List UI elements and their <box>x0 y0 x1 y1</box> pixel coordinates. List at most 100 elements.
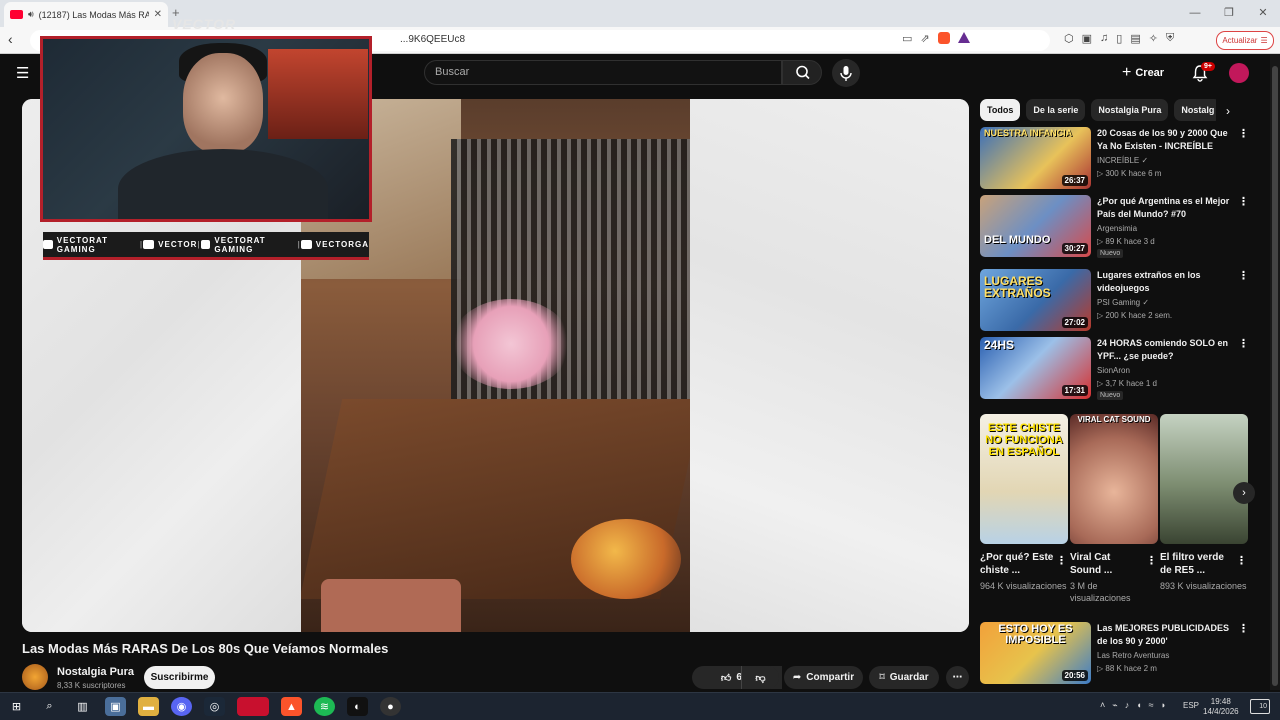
steam-icon[interactable]: ◎ <box>204 697 225 716</box>
recommendation-item[interactable]: 24HS 17:31 24 HORAS comiendo SOLO en YPF… <box>980 337 1250 400</box>
leo-icon[interactable]: ✧ <box>1149 32 1158 45</box>
music-icon[interactable]: ♫ <box>1100 32 1108 45</box>
more-vert-icon[interactable]: ⋮ <box>1238 622 1249 635</box>
recommendation-channel[interactable]: SionAron <box>1097 366 1130 375</box>
brave-shields-icon[interactable] <box>937 32 950 44</box>
chip-nostalgia[interactable]: Nostalg <box>1174 99 1216 121</box>
chip-nostalgia-pura[interactable]: Nostalgia Pura <box>1091 99 1169 121</box>
recommendation-item[interactable]: NUESTRA INFANCIA 26:37 20 Cosas de los 9… <box>980 127 1250 189</box>
short-item[interactable]: El filtro verde de RE5 ... 893 K visuali… <box>1160 414 1248 592</box>
recommendation-title[interactable]: ¿Por qué Argentina es el Mejor País del … <box>1097 195 1234 221</box>
search-input[interactable]: Buscar <box>424 60 782 85</box>
recommendation-channel[interactable]: Argensimia <box>1097 224 1137 233</box>
system-clock[interactable]: 19:48 14/4/2026 <box>1203 697 1239 717</box>
notification-center-icon[interactable]: 10 <box>1250 699 1270 714</box>
voice-search-button[interactable] <box>832 59 860 87</box>
back-arrow-icon[interactable]: ‹ <box>8 31 13 47</box>
minimize-icon[interactable]: — <box>1178 0 1212 27</box>
tab-title: (12187) Las Modas Más RAR <box>38 9 149 20</box>
restore-icon[interactable]: ❐ <box>1212 0 1246 27</box>
task-view-icon[interactable]: ▥ <box>72 697 93 716</box>
brave-rewards-icon[interactable] <box>957 32 970 43</box>
share-arrow-icon: ➦ <box>792 672 802 683</box>
discord-icon[interactable]: ◉ <box>171 697 192 716</box>
speaker-icon[interactable]: 🔊︎ <box>28 9 34 20</box>
close-tab-icon[interactable]: ✕ <box>154 9 162 20</box>
video-thumbnail[interactable]: ESTO HOY ES IMPOSIBLE 20:56 <box>980 622 1091 684</box>
more-actions-button[interactable]: ⋯ <box>946 666 969 689</box>
save-button[interactable]: ⌑ Guardar <box>869 666 939 689</box>
speaker-icon[interactable]: ◖ <box>1136 700 1141 711</box>
more-vert-icon[interactable]: ⋮ <box>1238 337 1249 350</box>
file-explorer-icon[interactable]: ▬ <box>138 697 159 716</box>
more-vert-icon[interactable]: ⋮ <box>1238 269 1249 282</box>
install-app-icon[interactable]: ▭ <box>902 32 912 45</box>
video-thumbnail[interactable]: LUGARES EXTRAÑOS 27:02 <box>980 269 1091 331</box>
image-fruit-bowl <box>571 519 681 599</box>
recommendation-title[interactable]: Lugares extraños en los videojuegos <box>1097 269 1234 295</box>
chip-todos[interactable]: Todos <box>980 99 1021 121</box>
more-vert-icon[interactable]: ⋮ <box>1238 195 1249 208</box>
short-item[interactable]: ESTE CHISTE NO FUNCIONA EN ESPAÑOL ¿Por … <box>980 414 1068 592</box>
chevron-up-icon[interactable]: ˄ <box>1100 700 1105 711</box>
more-vert-icon[interactable]: ⋮ <box>1236 554 1247 567</box>
user-avatar[interactable] <box>1229 63 1249 83</box>
recommendation-title[interactable]: 24 HORAS comiendo SOLO en YPF... ¿se pue… <box>1097 337 1234 363</box>
chip-de-la-serie[interactable]: De la serie <box>1026 99 1086 121</box>
recommendation-channel[interactable]: Las Retro Aventuras <box>1097 651 1169 660</box>
dislike-button[interactable]: 👎︎ <box>741 666 779 689</box>
network-icon[interactable]: ⌁ <box>1112 700 1117 711</box>
video-thumbnail[interactable]: NUESTRA INFANCIA 26:37 <box>980 127 1091 189</box>
close-window-icon[interactable]: ✕ <box>1246 0 1280 27</box>
chevron-right-icon[interactable]: › <box>1226 104 1230 118</box>
microphone-icon[interactable]: ♪ <box>1125 700 1130 711</box>
computer-icon[interactable]: ▣ <box>105 697 126 716</box>
update-button[interactable]: Actualizar ☰ <box>1216 31 1274 50</box>
menu-icon[interactable]: ☰ <box>16 64 29 82</box>
browser-tab[interactable]: 🔊︎ (12187) Las Modas Más RAR ✕ <box>4 2 168 27</box>
recommendation-item[interactable]: ESTO HOY ES IMPOSIBLE 20:56 Las MEJORES … <box>980 622 1250 684</box>
sidebar-icon[interactable]: ▯ <box>1116 32 1122 45</box>
recommendation-item[interactable]: LUGARES EXTRAÑOS 27:02 Lugares extraños … <box>980 269 1250 331</box>
obs-icon[interactable]: ◐ <box>347 697 368 716</box>
channel-name[interactable]: Nostalgia Pura <box>57 666 134 678</box>
video-thumbnail[interactable]: DEL MUNDO 30:27 <box>980 195 1091 257</box>
more-vert-icon[interactable]: ⋮ <box>1056 554 1067 567</box>
search-button[interactable] <box>782 60 822 85</box>
recommendation-title[interactable]: 20 Cosas de los 90 y 2000 Que Ya No Exis… <box>1097 127 1234 153</box>
share-icon[interactable]: ⇗ <box>920 32 929 45</box>
windows-start-icon[interactable]: ⊞ <box>6 697 27 716</box>
channel-avatar[interactable] <box>22 664 48 690</box>
video-thumbnail[interactable]: 24HS 17:31 <box>980 337 1091 399</box>
spotify-icon[interactable]: ≋ <box>314 697 335 716</box>
scrollbar-thumb[interactable] <box>1272 66 1278 686</box>
recommendation-channel[interactable]: INCREÍBLE ✓ <box>1097 156 1148 165</box>
recommendation-title[interactable]: Las MEJORES PUBLICIDADES de los 90 y 200… <box>1097 622 1234 648</box>
recorder-icon[interactable]: ● <box>380 697 401 716</box>
more-vert-icon[interactable]: ⋮ <box>1238 127 1249 140</box>
volume-icon[interactable]: ◗ <box>1161 700 1166 711</box>
short-thumbnail[interactable] <box>1160 414 1248 544</box>
short-thumbnail[interactable]: ESTE CHISTE NO FUNCIONA EN ESPAÑOL <box>980 414 1068 544</box>
shorts-next-button[interactable]: › <box>1233 482 1255 504</box>
more-vert-icon[interactable]: ⋮ <box>1146 554 1157 567</box>
subscribe-button[interactable]: Suscribirme <box>144 666 215 689</box>
short-item[interactable]: VIRAL CAT SOUND Viral Cat Sound ... 3 M … <box>1070 414 1158 604</box>
wifi-icon[interactable]: ≈ <box>1149 700 1154 711</box>
short-title[interactable]: Viral Cat Sound ... <box>1070 551 1144 577</box>
screenshot-icon[interactable]: ▣ <box>1082 32 1092 45</box>
active-app-icon[interactable] <box>237 697 269 716</box>
search-icon[interactable]: ⌕ <box>39 697 60 716</box>
wallet-icon[interactable]: ▤ <box>1130 32 1140 45</box>
share-button[interactable]: ➦ Compartir <box>784 666 863 689</box>
language-indicator[interactable]: ESP <box>1183 701 1199 710</box>
short-title[interactable]: ¿Por qué? Este chiste ... <box>980 551 1054 577</box>
brave-browser-icon[interactable]: ▲ <box>281 697 302 716</box>
extensions-icon[interactable]: ⬡ <box>1064 32 1074 45</box>
create-button[interactable]: + Crear <box>1122 62 1164 84</box>
recommendation-item[interactable]: DEL MUNDO 30:27 ¿Por qué Argentina es el… <box>980 195 1250 258</box>
vpn-icon[interactable]: ⛨ <box>1166 32 1174 45</box>
short-thumbnail[interactable]: VIRAL CAT SOUND <box>1070 414 1158 544</box>
short-title[interactable]: El filtro verde de RE5 ... <box>1160 551 1234 577</box>
recommendation-channel[interactable]: PSI Gaming ✓ <box>1097 298 1149 307</box>
